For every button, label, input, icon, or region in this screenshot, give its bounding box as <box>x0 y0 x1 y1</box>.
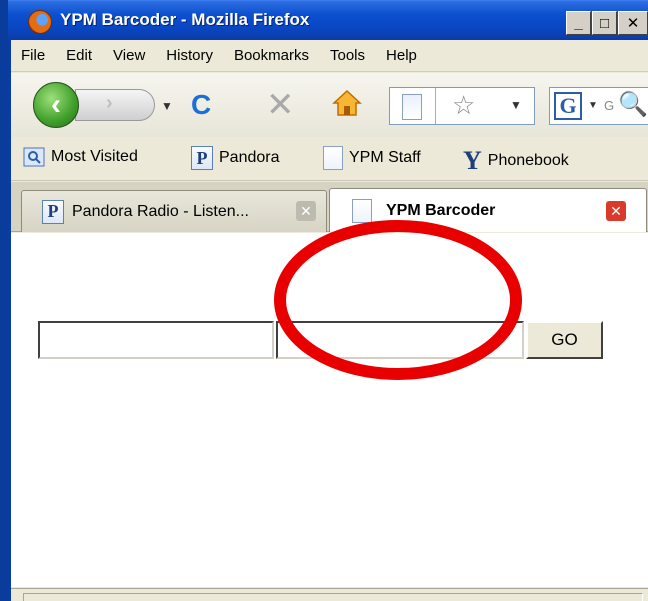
navigation-toolbar: › ‹ ▼ C ✕ ☆ ▼ G ▼ G 🔍 <box>11 73 648 137</box>
bookmark-label: Most Visited <box>51 148 138 165</box>
barcode-input-1[interactable] <box>38 321 274 359</box>
window-title: YPM Barcoder - Mozilla Firefox <box>60 10 310 29</box>
url-dropdown-icon[interactable]: ▼ <box>510 98 522 112</box>
pandora-icon: P <box>42 199 64 224</box>
google-icon[interactable]: G <box>554 92 582 120</box>
go-button[interactable]: GO <box>526 321 603 359</box>
firefox-logo-icon <box>28 10 52 34</box>
close-button[interactable]: ✕ <box>618 11 648 35</box>
page-icon <box>323 146 343 170</box>
back-button[interactable]: ‹ <box>33 82 79 128</box>
status-text: Done <box>23 593 643 601</box>
stop-icon[interactable]: ✕ <box>266 85 295 125</box>
reload-icon[interactable]: C <box>191 89 211 121</box>
search-bar[interactable]: G ▼ G 🔍 <box>549 87 648 125</box>
tab-strip: P Pandora Radio - Listen... ✕ YPM Barcod… <box>11 182 648 232</box>
forward-arrow-icon: › <box>106 92 113 114</box>
history-dropdown-icon[interactable]: ▼ <box>161 99 173 113</box>
bookmarks-toolbar: Most Visited P Pandora YPM Staff Y Phone… <box>11 138 648 181</box>
window-title-bar[interactable]: YPM Barcoder - Mozilla Firefox _ □ ✕ <box>8 0 648 40</box>
pandora-icon: P <box>191 146 213 170</box>
home-icon[interactable] <box>331 87 363 119</box>
menu-tools[interactable]: Tools <box>330 47 365 64</box>
url-bar[interactable]: ☆ ▼ <box>389 87 535 125</box>
barcode-input-2[interactable] <box>276 321 524 359</box>
menu-bookmarks[interactable]: Bookmarks <box>234 47 309 64</box>
bookmark-phonebook[interactable]: Y Phonebook <box>463 146 569 176</box>
status-bar: Done <box>11 588 648 601</box>
tab-label: Pandora Radio - Listen... <box>72 202 249 220</box>
search-input[interactable]: G <box>604 98 614 113</box>
star-icon[interactable]: ☆ <box>452 90 475 121</box>
menu-history[interactable]: History <box>166 47 213 64</box>
close-tab-icon[interactable]: ✕ <box>606 201 626 221</box>
page-icon <box>402 94 422 120</box>
tab-pandora[interactable]: P Pandora Radio - Listen... ✕ <box>21 190 327 232</box>
url-separator <box>435 88 436 124</box>
tab-label: YPM Barcoder <box>386 201 496 219</box>
menu-view[interactable]: View <box>113 47 145 64</box>
search-engine-dropdown-icon[interactable]: ▼ <box>588 100 598 111</box>
menu-file[interactable]: File <box>21 47 45 64</box>
bookmark-label: Phonebook <box>487 152 569 169</box>
close-tab-icon[interactable]: ✕ <box>296 201 316 221</box>
browser-window: File Edit View History Bookmarks Tools H… <box>8 40 648 601</box>
search-page-icon <box>23 146 45 168</box>
bookmark-ypm-staff[interactable]: YPM Staff <box>323 146 421 170</box>
menu-edit[interactable]: Edit <box>66 47 92 64</box>
bookmark-label: Pandora <box>219 149 280 166</box>
screen-background: YPM Barcoder - Mozilla Firefox _ □ ✕ Fil… <box>0 0 648 601</box>
yahoo-icon: Y <box>463 146 482 175</box>
bookmark-label: YPM Staff <box>349 149 421 166</box>
minimize-button[interactable]: _ <box>566 11 591 35</box>
menu-help[interactable]: Help <box>386 47 417 64</box>
forward-button[interactable]: › <box>75 89 155 121</box>
back-arrow-icon: ‹ <box>51 88 61 121</box>
tab-ypm-barcoder[interactable]: YPM Barcoder ✕ <box>329 188 647 232</box>
bookmark-most-visited[interactable]: Most Visited <box>23 146 138 168</box>
magnifier-icon[interactable]: 🔍 <box>618 90 648 119</box>
page-icon <box>352 198 372 223</box>
maximize-button[interactable]: □ <box>592 11 617 35</box>
bookmark-pandora[interactable]: P Pandora <box>191 146 280 170</box>
page-content: GO <box>11 233 648 587</box>
menu-bar: File Edit View History Bookmarks Tools H… <box>11 40 648 72</box>
